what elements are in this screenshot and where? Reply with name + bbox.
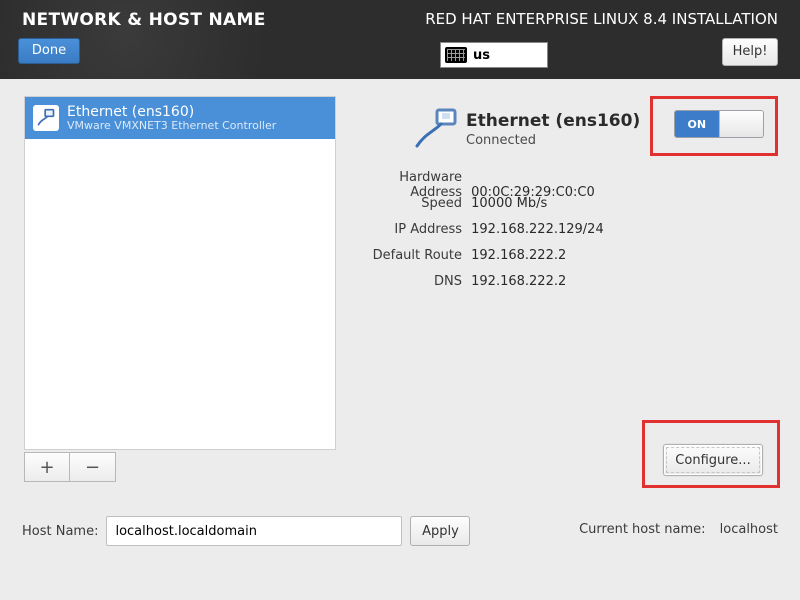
help-button[interactable]: Help! <box>722 38 778 66</box>
toggle-knob <box>719 111 764 137</box>
interface-subtitle: VMware VMXNET3 Ethernet Controller <box>67 120 276 133</box>
label-speed: Speed <box>350 196 462 211</box>
hostname-label: Host Name: <box>22 524 98 539</box>
ethernet-icon <box>33 105 59 131</box>
label-dns: DNS <box>350 274 462 289</box>
configure-button[interactable]: Configure... <box>663 444 763 476</box>
done-button[interactable]: Done <box>18 38 80 64</box>
connection-toggle[interactable]: ON <box>674 110 764 138</box>
interface-list-item[interactable]: Ethernet (ens160) VMware VMXNET3 Etherne… <box>25 97 335 139</box>
label-ip-address: IP Address <box>350 222 462 237</box>
keyboard-layout-label: us <box>473 48 490 63</box>
value-speed: 10000 Mb/s <box>471 196 547 211</box>
keyboard-layout-indicator[interactable]: us <box>440 42 548 68</box>
remove-interface-button[interactable]: − <box>70 452 116 482</box>
toggle-on-label: ON <box>675 111 719 137</box>
installer-title: RED HAT ENTERPRISE LINUX 8.4 INSTALLATIO… <box>425 10 778 28</box>
interface-list[interactable]: Ethernet (ens160) VMware VMXNET3 Etherne… <box>24 96 336 450</box>
current-hostname-label: Current host name: <box>579 522 705 537</box>
label-default-route: Default Route <box>350 248 462 263</box>
add-interface-button[interactable]: + <box>24 452 70 482</box>
current-hostname-value: localhost <box>720 522 778 537</box>
value-ip-address: 192.168.222.129/24 <box>471 222 604 237</box>
detail-interface-name: Ethernet (ens160) <box>466 111 640 131</box>
detail-status: Connected <box>466 133 640 148</box>
keyboard-icon <box>445 47 467 63</box>
interface-name: Ethernet (ens160) <box>67 104 276 120</box>
apply-hostname-button[interactable]: Apply <box>410 516 470 546</box>
hostname-input[interactable] <box>106 516 402 546</box>
ethernet-icon <box>413 108 459 148</box>
value-default-route: 192.168.222.2 <box>471 248 566 263</box>
value-dns: 192.168.222.2 <box>471 274 566 289</box>
page-title: NETWORK & HOST NAME <box>22 10 266 30</box>
